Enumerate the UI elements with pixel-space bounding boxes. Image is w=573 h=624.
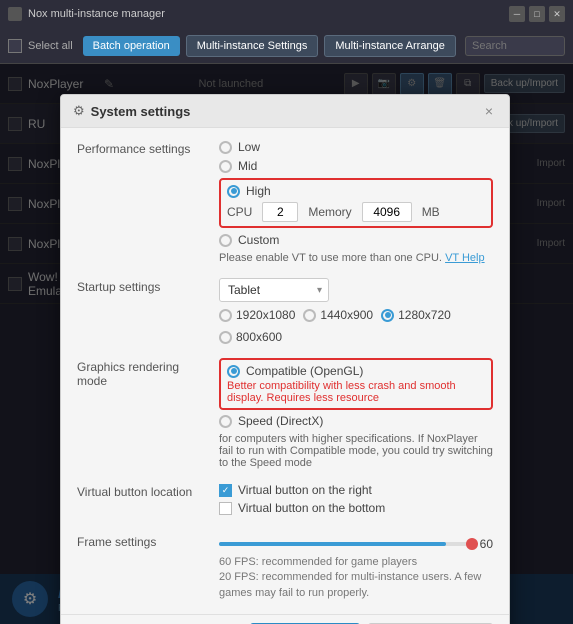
- frame-note-2: 20 FPS: recommended for multi-instance u…: [219, 570, 493, 601]
- perf-mid-option[interactable]: Mid: [219, 159, 493, 173]
- perf-custom-option[interactable]: Custom: [219, 233, 493, 247]
- select-all-label: Select all: [28, 40, 73, 52]
- vb-bottom-label: Virtual button on the bottom: [238, 501, 385, 515]
- graphics-compatible-option[interactable]: Compatible (OpenGL): [227, 364, 485, 378]
- graphics-speed-label: Speed (DirectX): [238, 414, 323, 428]
- perf-custom-label: Custom: [238, 233, 279, 247]
- vb-bottom-checkbox[interactable]: [219, 502, 232, 515]
- perf-high-option[interactable]: High: [227, 184, 485, 198]
- multi-instance-settings-button[interactable]: Multi-instance Settings: [186, 35, 319, 57]
- search-input[interactable]: [465, 36, 565, 56]
- virtual-button-content: Virtual button on the right Virtual butt…: [219, 483, 493, 519]
- res-1920-option[interactable]: 1920x1080: [219, 308, 295, 322]
- vt-desc: Please enable VT to use more than one CP…: [219, 252, 442, 264]
- vt-help-link[interactable]: VT Help: [445, 252, 485, 264]
- graphics-compatible-desc: Better compatibility with less crash and…: [227, 380, 485, 404]
- perf-custom-radio[interactable]: [219, 234, 232, 247]
- graphics-label: Graphics rendering mode: [77, 358, 207, 469]
- frame-setting-row: Frame settings 60 60 FPS: recommended fo…: [77, 533, 493, 601]
- perf-high-radio[interactable]: [227, 185, 240, 198]
- resolution-group: 1920x1080 1440x900 1280x720 800x600: [219, 308, 493, 344]
- frame-content: 60 60 FPS: recommended for game players …: [219, 533, 493, 601]
- res-800-label: 800x600: [236, 330, 282, 344]
- vb-right-label: Virtual button on the right: [238, 483, 372, 497]
- perf-mid-label: Mid: [238, 159, 257, 173]
- frame-notes-1: 60 FPS: recommended for game players 20 …: [219, 555, 493, 601]
- vb-bottom-option[interactable]: Virtual button on the bottom: [219, 501, 493, 515]
- modal-close-button[interactable]: ×: [481, 103, 497, 119]
- maximize-button[interactable]: □: [529, 6, 545, 22]
- res-1280-label: 1280x720: [398, 308, 451, 322]
- select-all-checkbox[interactable]: [8, 39, 22, 53]
- perf-low-label: Low: [238, 140, 260, 154]
- perf-high-label: High: [246, 184, 271, 198]
- graphics-setting-row: Graphics rendering mode Compatible (Open…: [77, 358, 493, 469]
- res-1440-option[interactable]: 1440x900: [303, 308, 373, 322]
- cpu-input[interactable]: [262, 202, 298, 222]
- minimize-button[interactable]: ─: [509, 6, 525, 22]
- performance-label: Performance settings: [77, 140, 207, 264]
- frame-slider-row: 60: [219, 537, 493, 551]
- graphics-speed-desc: for computers with higher specifications…: [219, 433, 493, 469]
- res-800-radio[interactable]: [219, 331, 232, 344]
- modal-footer: Save settings Restore to default: [61, 614, 509, 624]
- vt-text: Please enable VT to use more than one CP…: [219, 252, 493, 264]
- res-1280-option[interactable]: 1280x720: [381, 308, 451, 322]
- multi-instance-arrange-button[interactable]: Multi-instance Arrange: [324, 35, 455, 57]
- perf-low-option[interactable]: Low: [219, 140, 493, 154]
- frame-slider-track[interactable]: [219, 542, 472, 546]
- res-800-option[interactable]: 800x600: [219, 330, 282, 344]
- virtual-button-setting-row: Virtual button location Virtual button o…: [77, 483, 493, 519]
- batch-operation-button[interactable]: Batch operation: [83, 36, 180, 56]
- frame-label: Frame settings: [77, 533, 207, 601]
- perf-low-radio[interactable]: [219, 141, 232, 154]
- frame-slider-thumb[interactable]: [466, 538, 478, 550]
- vb-right-checkbox[interactable]: [219, 484, 232, 497]
- window-title: Nox multi-instance manager: [28, 8, 503, 20]
- graphics-compatible-label: Compatible (OpenGL): [246, 364, 363, 378]
- modal-header: ⚙ System settings ×: [61, 95, 509, 128]
- cpu-label: CPU: [227, 205, 252, 219]
- perf-mid-radio[interactable]: [219, 160, 232, 173]
- performance-content: Low Mid High CPU: [219, 140, 493, 264]
- frame-slider-fill: [219, 542, 446, 546]
- startup-dropdown[interactable]: Tablet ▾: [219, 278, 329, 302]
- vb-right-option[interactable]: Virtual button on the right: [219, 483, 493, 497]
- close-window-button[interactable]: ✕: [549, 6, 565, 22]
- graphics-compatible-radio[interactable]: [227, 365, 240, 378]
- main-content: NoxPlayer ✎ Not launched ▶ 📷 ⚙ 🗑 ⧉ Back …: [0, 64, 573, 624]
- graphics-compatible-box: Compatible (OpenGL) Better compatibility…: [219, 358, 493, 410]
- frame-note-1: 60 FPS: recommended for game players: [219, 555, 493, 570]
- settings-icon: ⚙: [73, 103, 85, 119]
- modal-body: Performance settings Low Mid Hig: [61, 128, 509, 608]
- graphics-content: Compatible (OpenGL) Better compatibility…: [219, 358, 493, 469]
- title-bar: Nox multi-instance manager ─ □ ✕: [0, 0, 573, 28]
- cpu-mem-row: CPU Memory MB: [227, 202, 485, 222]
- modal-title: System settings: [91, 104, 475, 119]
- memory-label: Memory: [308, 205, 351, 219]
- memory-input[interactable]: [362, 202, 412, 222]
- res-1440-label: 1440x900: [320, 308, 373, 322]
- dropdown-arrow-icon: ▾: [317, 285, 322, 296]
- graphics-speed-radio[interactable]: [219, 415, 232, 428]
- virtual-button-label: Virtual button location: [77, 483, 207, 519]
- memory-unit: MB: [422, 205, 440, 219]
- graphics-speed-option[interactable]: Speed (DirectX): [219, 414, 493, 428]
- perf-high-box: High CPU Memory MB: [219, 178, 493, 228]
- startup-setting-row: Startup settings Tablet ▾ 1920x1080 1: [77, 278, 493, 344]
- res-1280-radio[interactable]: [381, 309, 394, 322]
- system-settings-modal: ⚙ System settings × Performance settings…: [60, 94, 510, 624]
- window-controls: ─ □ ✕: [509, 6, 565, 22]
- startup-selected: Tablet: [228, 283, 260, 297]
- app-icon: [8, 7, 22, 21]
- res-1440-radio[interactable]: [303, 309, 316, 322]
- performance-setting-row: Performance settings Low Mid Hig: [77, 140, 493, 264]
- startup-label: Startup settings: [77, 278, 207, 344]
- res-1920-radio[interactable]: [219, 309, 232, 322]
- startup-content: Tablet ▾ 1920x1080 1440x900: [219, 278, 493, 344]
- frame-value: 60: [480, 537, 493, 551]
- toolbar: Select all Batch operation Multi-instanc…: [0, 28, 573, 64]
- res-1920-label: 1920x1080: [236, 308, 295, 322]
